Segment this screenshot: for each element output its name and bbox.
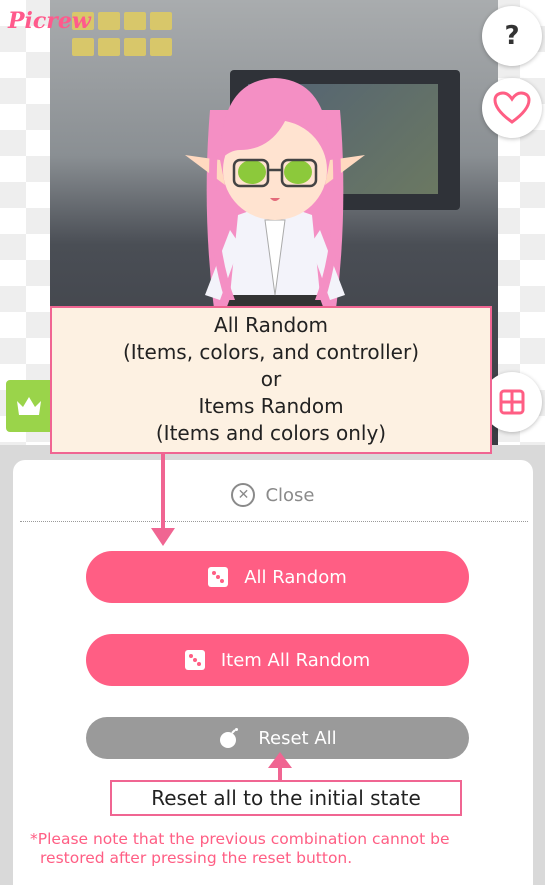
dice-icon xyxy=(208,567,229,587)
reset-all-label: Reset All xyxy=(258,727,337,749)
help-button[interactable]: ? xyxy=(482,6,542,66)
callout-line: or xyxy=(260,367,282,391)
dice-icon xyxy=(184,650,205,670)
item-all-random-label: Item All Random xyxy=(220,649,371,671)
item-all-random-button[interactable]: Item All Random xyxy=(86,634,469,686)
callout-arrow-line xyxy=(161,454,165,532)
warning-line: restored after pressing the reset button… xyxy=(40,849,353,867)
complete-button[interactable] xyxy=(6,380,52,432)
close-icon: ✕ xyxy=(231,483,256,507)
close-label: Close xyxy=(265,484,315,506)
instruction-callout: All Random (Items, colors, and controlle… xyxy=(50,306,492,454)
reset-warning: *Please note that the previous combinati… xyxy=(30,830,540,868)
heart-icon xyxy=(493,91,531,124)
warning-line: *Please note that the previous combinati… xyxy=(30,830,450,848)
callout-line: (Items, colors, and controller) xyxy=(122,340,420,364)
grid-icon xyxy=(499,389,525,415)
favorite-button[interactable] xyxy=(482,78,542,138)
reset-note: Reset all to the initial state xyxy=(110,780,462,816)
callout-line: All Random xyxy=(214,313,328,337)
picrew-logo: Picrew xyxy=(8,8,91,34)
callout-line: Items Random xyxy=(198,394,344,418)
all-random-button[interactable]: All Random xyxy=(86,551,469,603)
bomb-icon xyxy=(220,728,239,748)
note-arrow-line xyxy=(278,766,282,780)
help-icon: ? xyxy=(504,21,520,51)
crown-icon xyxy=(17,397,41,415)
all-random-label: All Random xyxy=(244,566,347,588)
callout-line: (Items and colors only) xyxy=(155,421,387,445)
callout-arrow-head xyxy=(151,528,175,546)
close-button[interactable]: ✕ Close xyxy=(13,475,533,515)
divider xyxy=(20,521,528,522)
